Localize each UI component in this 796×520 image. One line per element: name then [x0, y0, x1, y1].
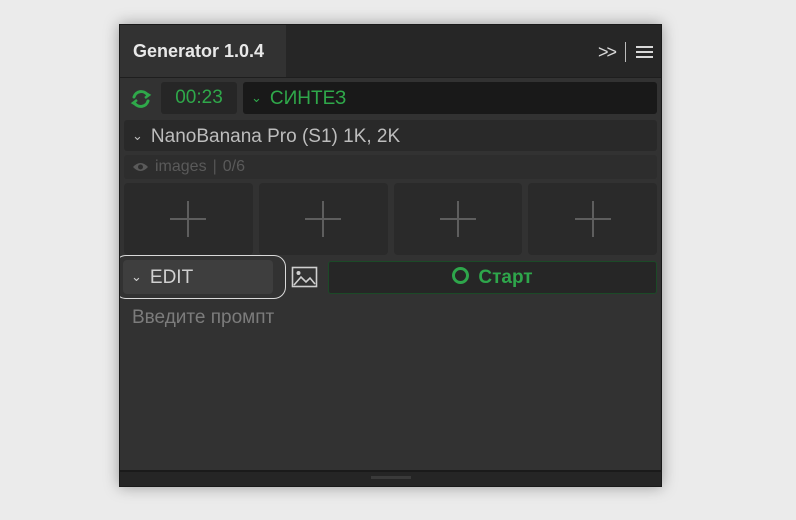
eye-icon [133, 163, 148, 171]
images-separator: | [212, 158, 217, 175]
chevron-down-icon: ⌄ [251, 90, 262, 105]
panel-tab-bar: Generator 1.0.4 >> [120, 25, 661, 78]
hamburger-menu-icon[interactable] [636, 46, 653, 58]
plus-icon-v [591, 201, 594, 237]
mode-select-value: СИНТЕЗ [269, 88, 347, 109]
tab-bar-icons: >> [598, 41, 653, 63]
generator-panel: Generator 1.0.4 >> 00:23 ⌄ СИНТЕЗ ⌄ NanoBa… [119, 24, 662, 487]
panel-bottom-bar [120, 470, 661, 486]
model-select[interactable]: ⌄ NanoBanana Pro (S1) 1K, 2K [124, 120, 657, 151]
plus-icon-v [187, 201, 190, 237]
ring-icon [452, 267, 470, 284]
edit-mode-value: EDIT [149, 267, 194, 288]
image-slot-1[interactable] [124, 183, 253, 255]
images-toggle[interactable]: images | 0/6 [124, 155, 657, 179]
resize-grip-icon[interactable] [370, 476, 411, 479]
image-slot-2[interactable] [258, 183, 388, 255]
sync-icon[interactable] [130, 87, 152, 111]
timer-display: 00:23 [161, 82, 237, 114]
images-count: 0/6 [222, 158, 245, 175]
mode-select[interactable]: ⌄ СИНТЕЗ [243, 82, 657, 114]
image-slot-3[interactable] [393, 183, 523, 255]
image-slots [124, 183, 657, 255]
edit-mode-select[interactable]: ⌄ EDIT [123, 260, 273, 294]
images-label: images [155, 158, 207, 175]
image-icon[interactable] [291, 265, 318, 289]
prompt-input[interactable]: Введите промпт [132, 307, 652, 457]
plus-icon-v [322, 201, 325, 237]
tab-bar-divider [625, 42, 626, 62]
chevron-down-icon: ⌄ [132, 128, 143, 143]
chevron-down-icon: ⌄ [131, 269, 142, 284]
double-chevron-right-icon[interactable]: >> [598, 42, 617, 63]
panel-title-tab[interactable]: Generator 1.0.4 [120, 25, 286, 77]
plus-icon-v [456, 201, 459, 237]
start-button-label: Старт [478, 267, 533, 288]
edit-mode-highlight: ⌄ EDIT [120, 255, 286, 299]
prompt-placeholder: Введите промпт [132, 307, 275, 328]
start-button[interactable]: Старт [328, 261, 657, 294]
model-select-value: NanoBanana Pro (S1) 1K, 2K [150, 126, 401, 147]
image-slot-4[interactable] [528, 183, 657, 255]
